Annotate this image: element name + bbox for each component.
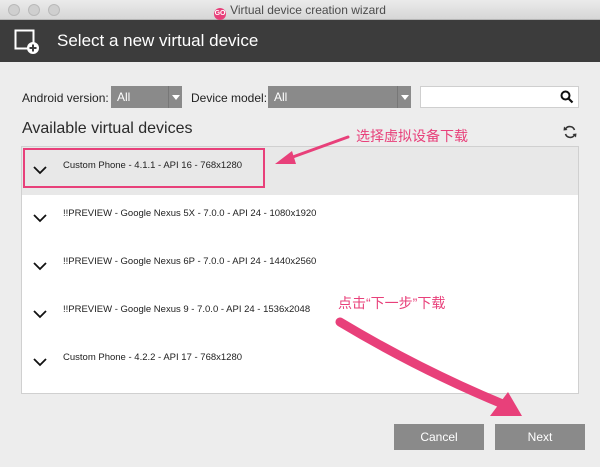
next-button[interactable]: Next [495,424,585,450]
arrow-to-next-icon [335,317,522,416]
arrow-to-device-icon [275,135,350,164]
cancel-button[interactable]: Cancel [394,424,484,450]
annotation-arrows [275,135,522,416]
